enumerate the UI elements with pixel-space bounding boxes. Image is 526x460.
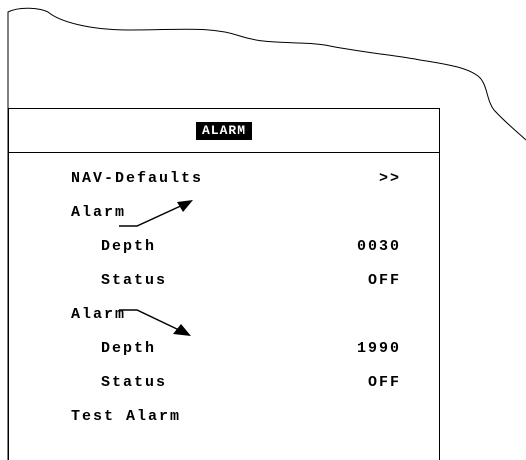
menu-item-nav-defaults[interactable]: NAV-Defaults >> — [9, 164, 441, 194]
depth-value: 1990 — [356, 340, 401, 357]
status-value: OFF — [367, 272, 401, 289]
status-value: OFF — [367, 374, 401, 391]
menu-item-label: Status — [101, 272, 168, 289]
menu-header: ALARM — [9, 109, 439, 153]
menu-item-test-alarm[interactable]: Test Alarm — [9, 402, 441, 432]
menu-item-label: Alarm — [71, 204, 127, 221]
menu-item-alarm-deep[interactable]: Alarm — [9, 300, 441, 336]
submenu-indicator: >> — [378, 170, 401, 187]
menu-item-shallow-depth[interactable]: Depth 0030 — [9, 232, 441, 262]
arrow-up-right-icon — [119, 200, 193, 227]
menu-item-label: Status — [101, 374, 168, 391]
depth-value: 0030 — [356, 238, 401, 255]
menu-item-label: Depth — [101, 340, 157, 357]
menu-item-label: Test Alarm — [71, 408, 182, 425]
menu-item-shallow-status[interactable]: Status OFF — [9, 266, 441, 296]
menu-item-label: Depth — [101, 238, 157, 255]
menu-item-deep-depth[interactable]: Depth 1990 — [9, 334, 441, 364]
menu-item-deep-status[interactable]: Status OFF — [9, 368, 441, 398]
menu-item-alarm-shallow[interactable]: Alarm — [9, 198, 441, 228]
alarm-menu-panel: ALARM NAV-Defaults >> Alarm Depth 0030 S… — [8, 108, 440, 460]
menu-title: ALARM — [195, 121, 252, 140]
menu-item-label: NAV-Defaults — [71, 170, 204, 187]
menu-item-label: Alarm — [71, 306, 127, 323]
